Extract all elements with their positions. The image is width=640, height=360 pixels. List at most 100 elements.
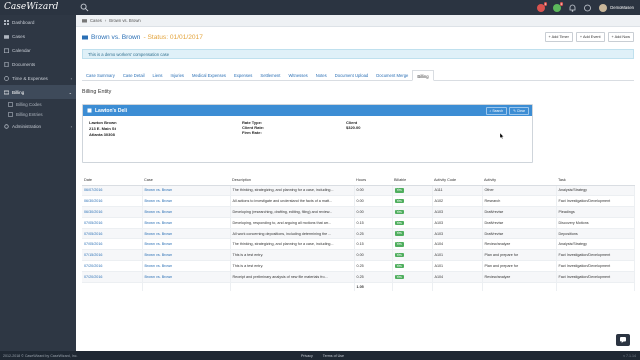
cell-date[interactable]: 06/30/2016	[82, 206, 143, 218]
cell-date[interactable]: 07/05/2016	[82, 227, 143, 239]
tab-case-detail[interactable]: Case Detail	[119, 70, 149, 81]
alert-icon[interactable]: 1	[537, 1, 548, 12]
cell-date[interactable]: 07/05/2016	[82, 216, 143, 229]
tab-medical-expenses[interactable]: Medical Expenses	[188, 70, 230, 81]
table-row[interactable]: 07/05/2016 Brown vs. Brown Developing, res…	[82, 216, 635, 229]
cell-billable: Yes	[392, 206, 433, 218]
billable-badge: Yes	[394, 220, 404, 226]
clear-button[interactable]: ✎ Clear	[509, 106, 529, 115]
search-icon[interactable]	[80, 3, 89, 12]
cell-case[interactable]: Brown vs. Brown	[142, 260, 231, 272]
table-row[interactable]: 07/05/2016 Brown vs. Brown The thinking, s…	[82, 238, 635, 250]
column-header[interactable]: Hours	[354, 175, 392, 186]
column-header[interactable]: Date	[82, 175, 142, 186]
sidebar-label: Calendar	[12, 47, 31, 53]
table-row[interactable]: 06/07/2016 Brown vs. Brown The thinking, s…	[82, 184, 635, 196]
sidebar-item-documents[interactable]: Documents	[0, 57, 76, 71]
column-header[interactable]: Billable	[392, 175, 432, 186]
sidebar-item-calendar[interactable]: Calendar	[0, 43, 76, 57]
column-header[interactable]: Task	[556, 175, 634, 186]
message-count: 2	[559, 1, 564, 6]
cell-task: Depositions	[556, 227, 635, 239]
privacy-link[interactable]: Privacy	[301, 354, 313, 358]
tab-billing[interactable]: Billing	[412, 70, 434, 81]
sidebar-item-dashboard[interactable]: Dashboard	[0, 15, 76, 29]
help-icon[interactable]	[584, 4, 592, 12]
user-menu[interactable]: DemoMasen	[599, 3, 634, 12]
table-row[interactable]: 07/05/2016 Brown vs. Brown All work concer…	[82, 227, 635, 239]
sidebar-label: Administration	[12, 123, 42, 129]
message-icon[interactable]: 2	[553, 1, 564, 12]
cell-case[interactable]: Brown vs. Brown	[142, 195, 231, 207]
billable-badge: Yes	[394, 242, 404, 247]
tab-document-upload[interactable]: Document Upload	[331, 70, 373, 81]
total-hours: 1.05	[354, 281, 393, 292]
sidebar-item-time-expenses[interactable]: Time & Expenses ›	[0, 71, 76, 85]
column-header[interactable]: Description	[230, 175, 354, 186]
table-header: Date Case Description Hours Billable Act…	[82, 175, 634, 186]
cell-date[interactable]: 07/05/2016	[82, 238, 143, 250]
sidebar-sub-label: Billing Entries	[16, 111, 43, 117]
bell-icon[interactable]	[569, 4, 576, 12]
sidebar-item-administration[interactable]: Administration ›	[0, 119, 76, 133]
cell-activity: Plan and prepare for	[482, 260, 557, 272]
tab-injuries[interactable]: Injuries	[167, 70, 189, 81]
sidebar-subitem-billing-entries[interactable]: Billing Entries	[0, 109, 76, 119]
page-title: Brown vs. Brown	[91, 33, 141, 41]
table-row[interactable]: 07/20/2016 Brown vs. Brown This is a test …	[82, 260, 635, 272]
tab-liens[interactable]: Liens	[149, 70, 167, 81]
table-row[interactable]: 06/30/2016 Brown vs. Brown Developing (res…	[82, 206, 635, 218]
chat-button[interactable]	[616, 334, 630, 346]
cell-case[interactable]: Brown vs. Brown	[142, 270, 231, 283]
cell-hours: 0.15	[354, 216, 393, 229]
column-header[interactable]: Activity Code	[432, 175, 482, 186]
cell-case[interactable]: Brown vs. Brown	[142, 184, 231, 196]
cell-task: Fact Investigation/Development	[556, 249, 635, 261]
add-now-button[interactable]: + Add Now	[607, 32, 634, 42]
terms-link[interactable]: Terms of Use	[323, 354, 344, 358]
dashboard-icon	[4, 19, 9, 25]
cell-activity: Draft/revise	[482, 216, 557, 229]
case-status: - Status: 01/01/2017	[143, 33, 203, 41]
cell-description: The thinking, strategizing, and planning…	[230, 184, 355, 196]
cell-description: All work concerning depositions, includi…	[230, 227, 355, 239]
case-tabs: Case Summary Case Detail Liens Injuries …	[82, 70, 634, 81]
cell-task: Analysis/Strategy	[556, 238, 635, 250]
cell-date[interactable]: 07/20/2016	[82, 270, 143, 283]
table-row[interactable]: 06/30/2016 Brown vs. Brown All actions to …	[82, 195, 635, 207]
list-icon	[8, 111, 13, 117]
client-rate-value: $320.00	[346, 125, 361, 130]
table-row[interactable]: 07/15/2016 Brown vs. Brown This is a test …	[82, 249, 635, 261]
tab-settlement[interactable]: Settlement	[256, 70, 284, 81]
tab-notes[interactable]: Notes	[312, 70, 331, 81]
cell-activity-code: A103	[432, 216, 483, 229]
add-timer-button[interactable]: + Add Timer	[544, 32, 573, 42]
add-event-button[interactable]: + Add Event	[575, 32, 605, 42]
tab-case-summary[interactable]: Case Summary	[82, 70, 119, 81]
cell-date[interactable]: 07/15/2016	[82, 249, 143, 261]
cell-hours: 0.00	[354, 206, 393, 218]
cell-date[interactable]: 07/20/2016	[82, 260, 143, 272]
column-header[interactable]: Case	[142, 175, 230, 186]
tab-witnesses[interactable]: Witnesses	[284, 70, 311, 81]
cell-case[interactable]: Brown vs. Brown	[142, 227, 231, 239]
search-button[interactable]: ⌕ Search	[485, 106, 508, 115]
cell-date[interactable]: 06/30/2016	[82, 195, 143, 207]
list-icon	[8, 101, 13, 107]
app-logo[interactable]: CaseWizard	[4, 2, 68, 13]
cell-billable: Yes	[392, 238, 433, 250]
cell-date[interactable]: 06/07/2016	[82, 184, 143, 196]
tab-document-merge[interactable]: Document Merge	[372, 70, 412, 81]
sidebar-item-cases[interactable]: Cases	[0, 29, 76, 43]
column-header[interactable]: Activity	[482, 175, 556, 186]
cell-case[interactable]: Brown vs. Brown	[142, 206, 231, 218]
sidebar-item-billing[interactable]: Billing ⌄	[0, 85, 76, 99]
breadcrumb-cases-link[interactable]: Cases	[90, 18, 102, 23]
tab-expenses[interactable]: Expenses	[230, 70, 256, 81]
mouse-cursor-icon	[500, 133, 504, 139]
cell-case[interactable]: Brown vs. Brown	[142, 249, 231, 261]
cell-case[interactable]: Brown vs. Brown	[142, 238, 231, 250]
cell-case[interactable]: Brown vs. Brown	[142, 216, 231, 229]
table-row[interactable]: 07/20/2016 Brown vs. Brown Receipt and pre…	[82, 270, 635, 283]
sidebar-subitem-billing-codes[interactable]: Billing Codes	[0, 99, 76, 109]
